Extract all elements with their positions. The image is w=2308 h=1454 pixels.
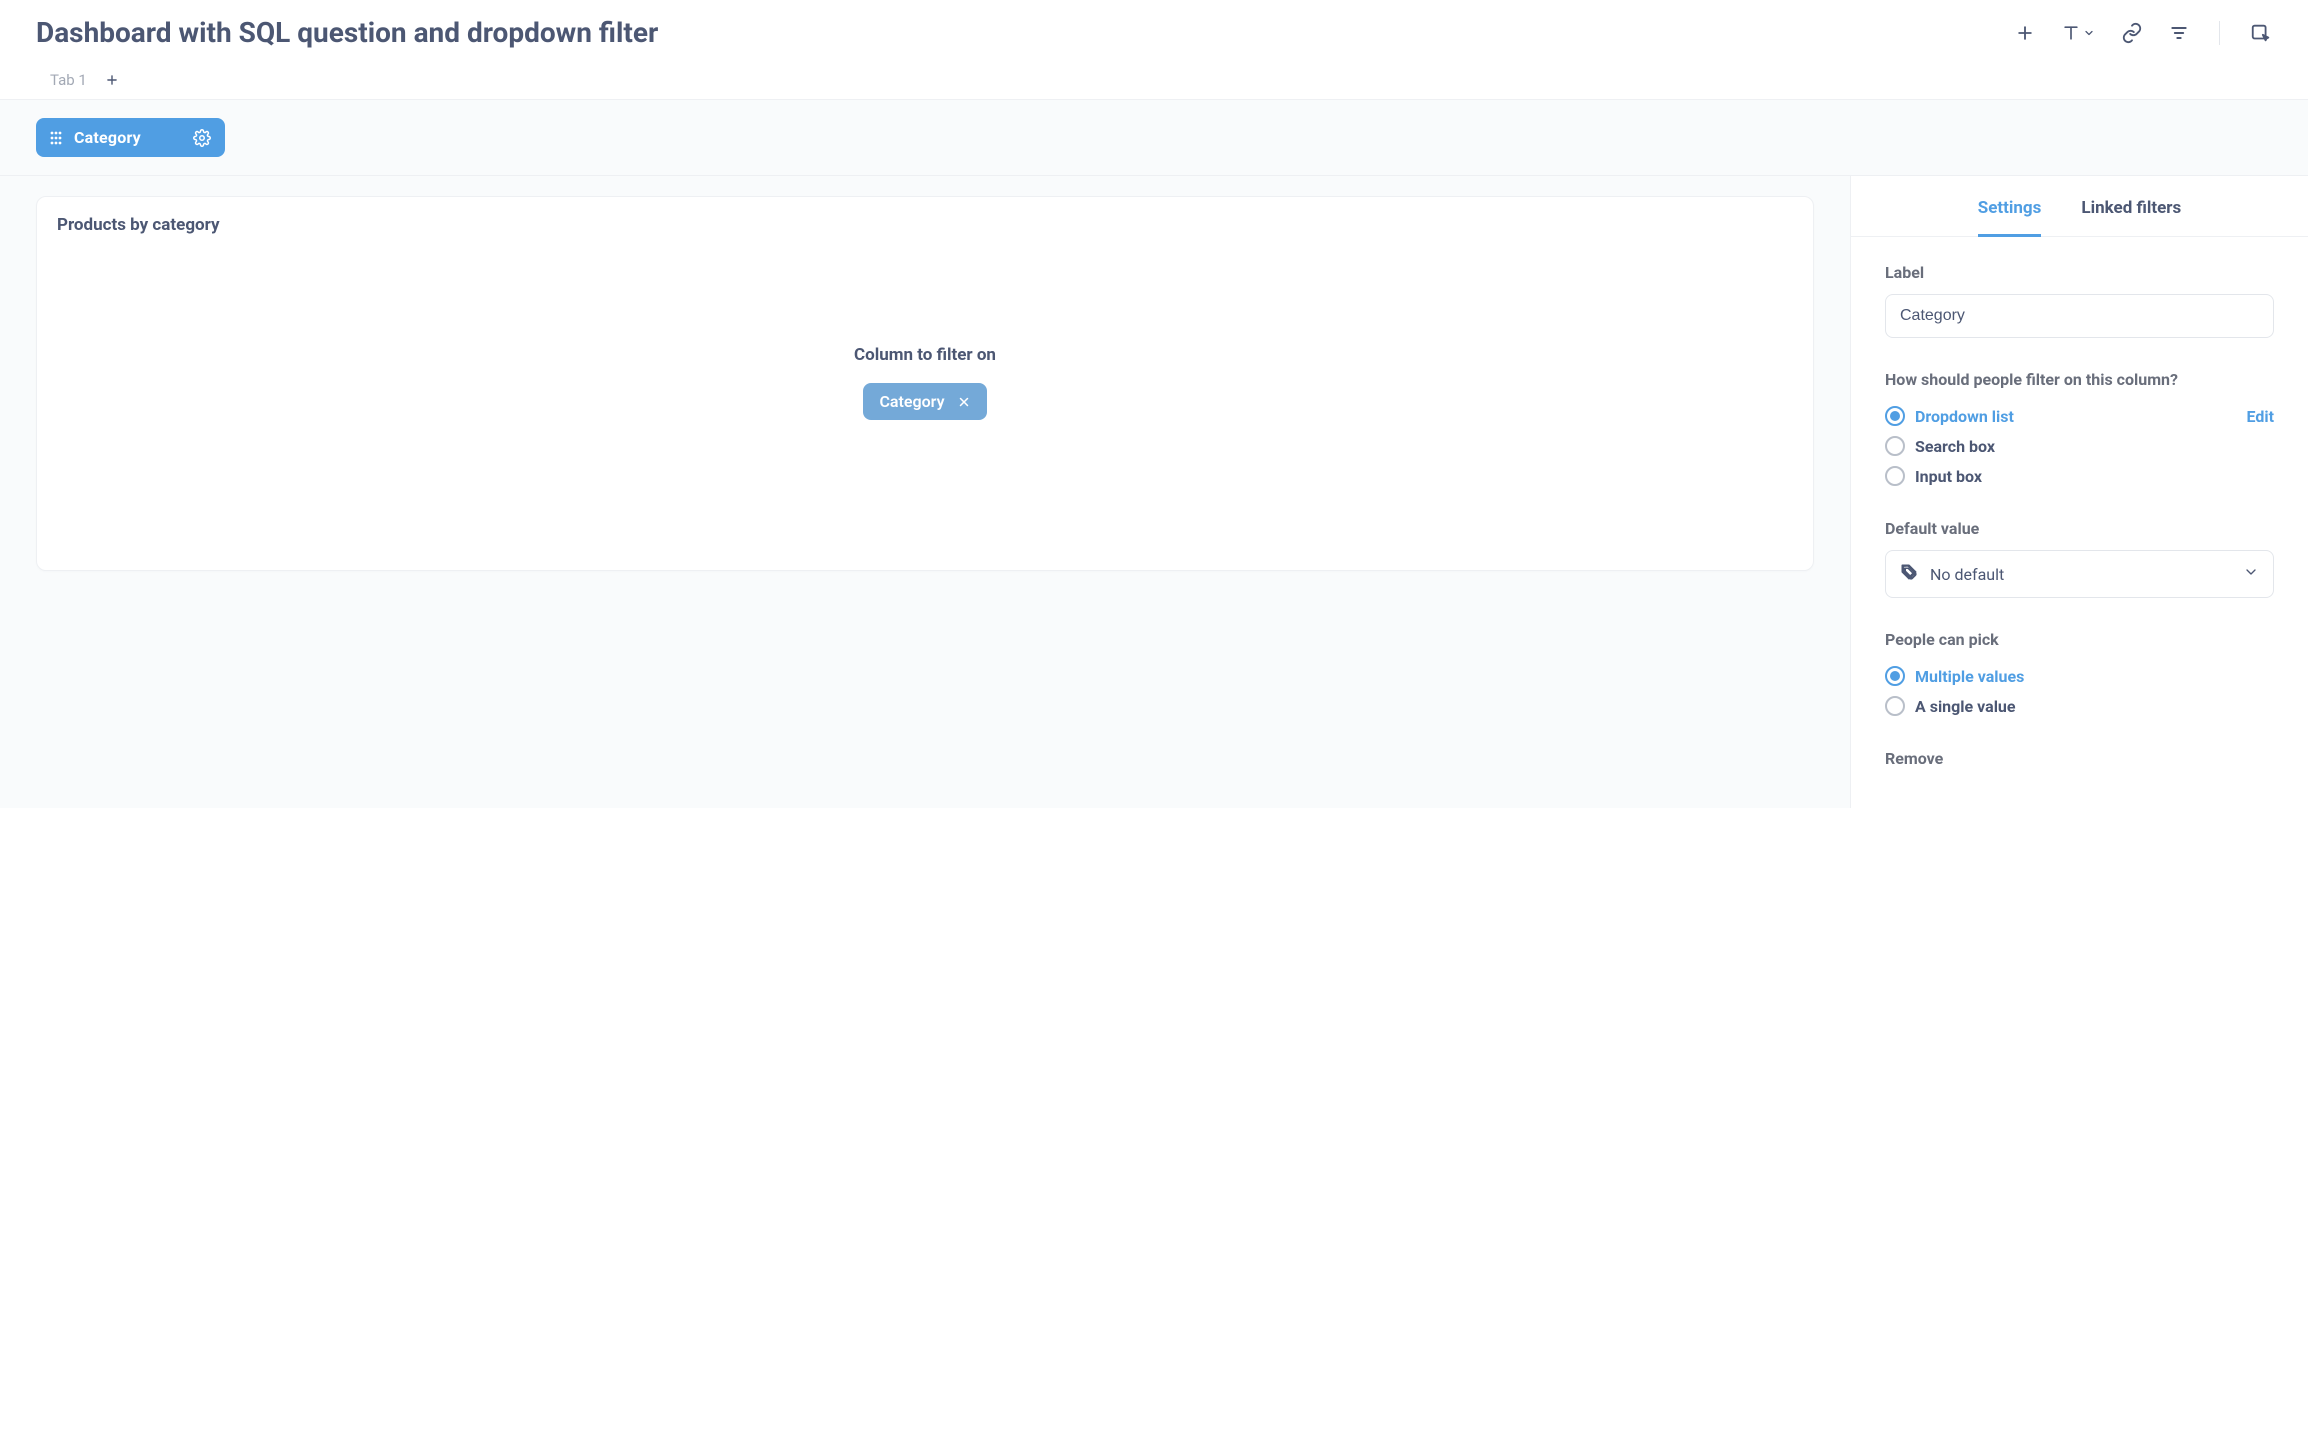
filter-method-radio-group: Dropdown list Edit Search box Input box	[1885, 401, 2274, 491]
radio-icon	[1885, 666, 1905, 686]
divider	[2219, 21, 2220, 45]
radio-dropdown-list[interactable]: Dropdown list Edit	[1885, 401, 2274, 431]
radio-icon	[1885, 696, 1905, 716]
default-value-select[interactable]: No default	[1885, 550, 2274, 598]
section-label-people-can-pick: People can pick	[1885, 630, 2274, 649]
section-label-filter-method: How should people filter on this column?	[1885, 370, 2274, 389]
filter-chip-category[interactable]: Category	[36, 118, 225, 157]
column-to-filter-label: Column to filter on	[57, 345, 1793, 365]
radio-input-box[interactable]: Input box	[1885, 461, 2274, 491]
sidebar-tabs: Settings Linked filters	[1851, 176, 2308, 237]
question-card-title: Products by category	[57, 215, 1793, 235]
radio-single-value[interactable]: A single value	[1885, 691, 2274, 721]
radio-label: A single value	[1915, 697, 2016, 716]
tabs-row: Tab 1	[0, 49, 2308, 100]
column-to-filter: Column to filter on Category	[57, 345, 1793, 530]
radio-icon	[1885, 406, 1905, 426]
radio-icon	[1885, 466, 1905, 486]
edit-dropdown-list[interactable]: Edit	[2246, 407, 2274, 426]
column-pill-category[interactable]: Category	[863, 383, 986, 420]
remove-button[interactable]: Remove	[1885, 749, 2274, 768]
radio-icon	[1885, 436, 1905, 456]
radio-label: Dropdown list	[1915, 407, 2014, 426]
section-label-default-value: Default value	[1885, 519, 2274, 538]
label-input[interactable]	[1885, 294, 2274, 338]
chevron-down-icon	[2083, 27, 2095, 39]
chevron-down-icon	[2243, 564, 2259, 584]
tab-1[interactable]: Tab 1	[50, 71, 87, 89]
page-title: Dashboard with SQL question and dropdown…	[36, 16, 658, 49]
settings-sidebar: Settings Linked filters Label How should…	[1850, 176, 2308, 808]
filter-button[interactable]	[2169, 23, 2189, 43]
click-behavior-button[interactable]	[2250, 22, 2272, 44]
add-tab-button[interactable]	[105, 73, 119, 87]
people-can-pick-radio-group: Multiple values A single value	[1885, 661, 2274, 721]
header: Dashboard with SQL question and dropdown…	[0, 0, 2308, 49]
add-link-button[interactable]	[2121, 22, 2143, 44]
drag-handle-icon[interactable]	[50, 131, 62, 145]
radio-label: Multiple values	[1915, 667, 2024, 686]
question-card: Products by category Column to filter on…	[36, 196, 1814, 571]
add-button[interactable]	[2015, 23, 2035, 43]
tab-linked-filters[interactable]: Linked filters	[2081, 198, 2181, 236]
header-actions	[2015, 21, 2272, 45]
close-icon[interactable]	[957, 395, 971, 409]
filter-chip-label: Category	[74, 128, 141, 147]
text-icon	[2061, 23, 2081, 43]
radio-search-box[interactable]: Search box	[1885, 431, 2274, 461]
tab-settings[interactable]: Settings	[1978, 198, 2042, 236]
filter-bar: Category	[0, 100, 2308, 176]
canvas: Products by category Column to filter on…	[0, 176, 1850, 808]
radio-label: Input box	[1915, 467, 1982, 486]
radio-label: Search box	[1915, 437, 1995, 456]
column-pill-label: Category	[879, 392, 944, 411]
default-value-text: No default	[1930, 565, 2004, 584]
gear-icon[interactable]	[193, 129, 211, 147]
tag-icon	[1900, 563, 1918, 585]
main: Products by category Column to filter on…	[0, 176, 2308, 808]
section-label-label: Label	[1885, 263, 2274, 282]
sidebar-body: Label How should people filter on this c…	[1851, 237, 2308, 778]
add-text-button[interactable]	[2061, 23, 2095, 43]
radio-multiple-values[interactable]: Multiple values	[1885, 661, 2274, 691]
